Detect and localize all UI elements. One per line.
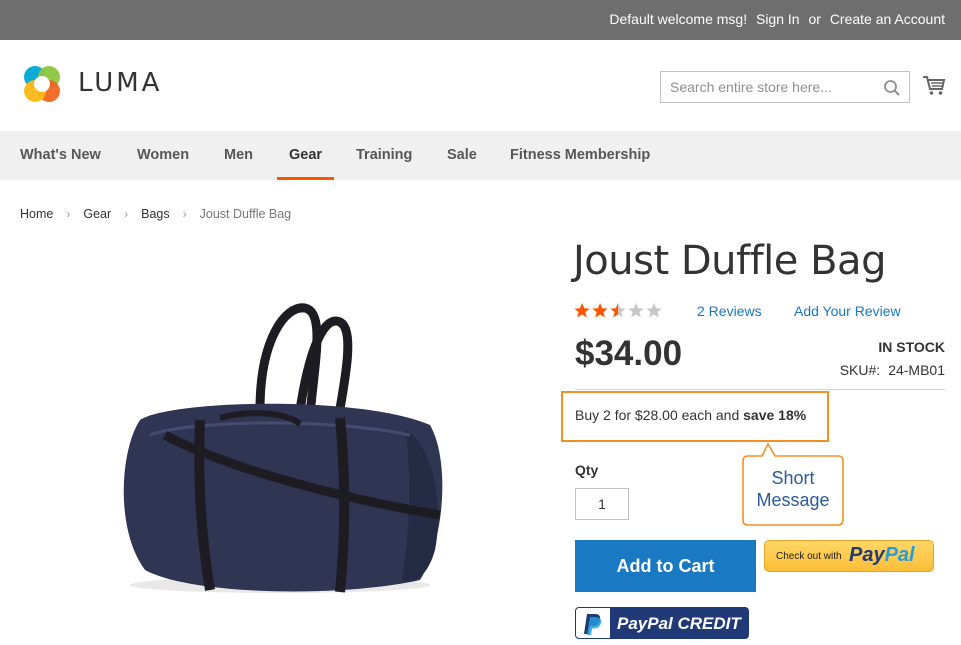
tier-price-message: Buy 2 for $28.00 each and save 18% xyxy=(575,407,806,423)
breadcrumb-home[interactable]: Home xyxy=(20,207,53,221)
qty-input[interactable] xyxy=(575,488,629,520)
divider xyxy=(575,389,945,390)
search-icon[interactable] xyxy=(883,79,901,97)
chevron-right-icon: › xyxy=(182,207,187,221)
nav-item-fitness-membership[interactable]: Fitness Membership xyxy=(510,147,650,163)
nav-item-women[interactable]: Women xyxy=(137,147,189,163)
top-bar: Default welcome msg! Sign In or Create a… xyxy=(0,0,961,40)
chevron-right-icon: › xyxy=(66,207,71,221)
main-nav: What's New Women Men Gear Training Sale … xyxy=(0,131,961,180)
nav-item-gear[interactable]: Gear xyxy=(289,147,322,163)
paypal-p-icon xyxy=(584,614,602,635)
nav-item-men[interactable]: Men xyxy=(224,147,253,163)
breadcrumb-current: Joust Duffle Bag xyxy=(199,207,292,221)
sku-label: SKU#: xyxy=(839,362,881,378)
reviews-link[interactable]: 2 Reviews xyxy=(697,303,762,319)
header-links: Default welcome msg! Sign In or Create a… xyxy=(604,11,945,27)
add-review-link[interactable]: Add Your Review xyxy=(794,303,901,319)
nav-item-training[interactable]: Training xyxy=(356,147,412,163)
create-account-link[interactable]: Create an Account xyxy=(830,11,945,27)
search-box xyxy=(660,71,910,103)
sku: SKU#: 24-MB01 xyxy=(840,362,945,378)
search-input[interactable] xyxy=(661,72,871,102)
product-title: Joust Duffle Bag xyxy=(573,238,886,284)
welcome-message: Default welcome msg! xyxy=(609,11,748,27)
sku-value: 24-MB01 xyxy=(888,362,945,378)
product-image[interactable] xyxy=(110,300,455,600)
stock-status: IN STOCK xyxy=(878,339,945,355)
cart-icon[interactable] xyxy=(922,73,946,97)
callout-text: Short Message xyxy=(743,467,843,511)
paypal-credit-button[interactable]: PayPal CREDIT xyxy=(575,607,749,639)
product-price: $34.00 xyxy=(575,334,683,373)
breadcrumb-gear[interactable]: Gear xyxy=(83,207,111,221)
paypal-checkout-button[interactable]: Check out with PayPal xyxy=(764,540,934,572)
callout-line-2: Message xyxy=(756,490,830,510)
nav-item-whats-new[interactable]: What's New xyxy=(20,147,101,163)
nav-item-sale[interactable]: Sale xyxy=(447,147,477,163)
chevron-right-icon: › xyxy=(124,207,129,221)
callout-line-1: Short xyxy=(771,468,815,488)
paypal-small-text: Check out with xyxy=(776,551,842,562)
add-to-cart-button[interactable]: Add to Cart xyxy=(575,540,756,592)
logo-text[interactable]: LUMA xyxy=(78,68,162,98)
tier-price-save: save 18% xyxy=(743,407,807,423)
breadcrumb: Home › Gear › Bags › Joust Duffle Bag xyxy=(20,207,291,221)
paypal-logo: PayPal xyxy=(849,544,915,566)
breadcrumb-bags[interactable]: Bags xyxy=(141,207,170,221)
or-text: or xyxy=(808,11,821,27)
sign-in-link[interactable]: Sign In xyxy=(756,11,800,27)
rating-stars-icon xyxy=(574,303,662,318)
qty-label: Qty xyxy=(575,462,599,478)
nav-active-indicator xyxy=(277,177,334,180)
tier-price-prefix: Buy 2 for $28.00 each and xyxy=(575,407,740,423)
paypal-credit-text: PayPal CREDIT xyxy=(617,614,741,633)
